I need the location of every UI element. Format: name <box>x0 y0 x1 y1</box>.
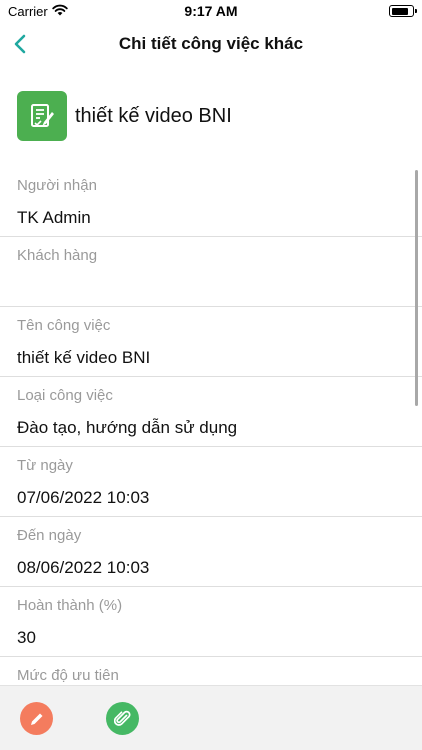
field-label: Hoàn thành (%) <box>17 597 123 614</box>
task-title: thiết kế video BNI <box>75 104 232 127</box>
attach-button[interactable] <box>106 702 139 735</box>
field-label: Tên công việc <box>17 317 111 334</box>
field-end-date: Đến ngày 08/06/2022 10:03 <box>0 517 422 587</box>
field-task-type: Loại công việc Đào tạo, hướng dẫn sử dụn… <box>0 377 422 447</box>
field-label: Đến ngày <box>17 527 82 544</box>
field-task-name: Tên công việc thiết kế video BNI <box>0 307 422 377</box>
field-customer: Khách hàng <box>0 237 422 307</box>
field-value: 08/06/2022 10:03 <box>17 558 150 577</box>
field-label: Loại công việc <box>17 387 113 404</box>
field-label: Mức độ ưu tiên <box>17 667 119 684</box>
field-value: 30 <box>17 628 36 647</box>
clock: 9:17 AM <box>184 3 238 19</box>
detail-fields-list[interactable]: Người nhận TK Admin Khách hàng Tên công … <box>0 167 422 685</box>
battery-level <box>391 7 408 15</box>
field-value: 07/06/2022 10:03 <box>17 488 150 507</box>
scrollbar[interactable] <box>415 170 418 406</box>
pencil-icon <box>30 713 42 725</box>
navigation-bar: Chi tiết công việc khác <box>0 24 422 64</box>
field-priority: Mức độ ưu tiên <box>0 657 422 685</box>
battery-icon <box>389 5 417 17</box>
field-value: TK Admin <box>17 208 91 227</box>
page-title: Chi tiết công việc khác <box>118 34 304 53</box>
field-value: thiết kế video BNI <box>17 348 151 367</box>
field-start-date: Từ ngày 07/06/2022 10:03 <box>0 447 422 517</box>
status-bar: Carrier 9:17 AM <box>0 0 422 22</box>
field-recipient: Người nhận TK Admin <box>0 167 422 237</box>
field-label: Người nhận <box>17 177 97 194</box>
bottom-action-bar <box>0 685 422 750</box>
task-header: thiết kế video BNI <box>17 91 232 141</box>
edit-button[interactable] <box>20 702 53 735</box>
field-value: Đào tạo, hướng dẫn sử dụng <box>17 418 238 437</box>
field-label: Từ ngày <box>17 457 73 474</box>
paperclip-icon <box>113 710 131 726</box>
field-completion: Hoàn thành (%) 30 <box>0 587 422 657</box>
task-document-icon <box>17 91 67 141</box>
field-label: Khách hàng <box>17 247 98 264</box>
